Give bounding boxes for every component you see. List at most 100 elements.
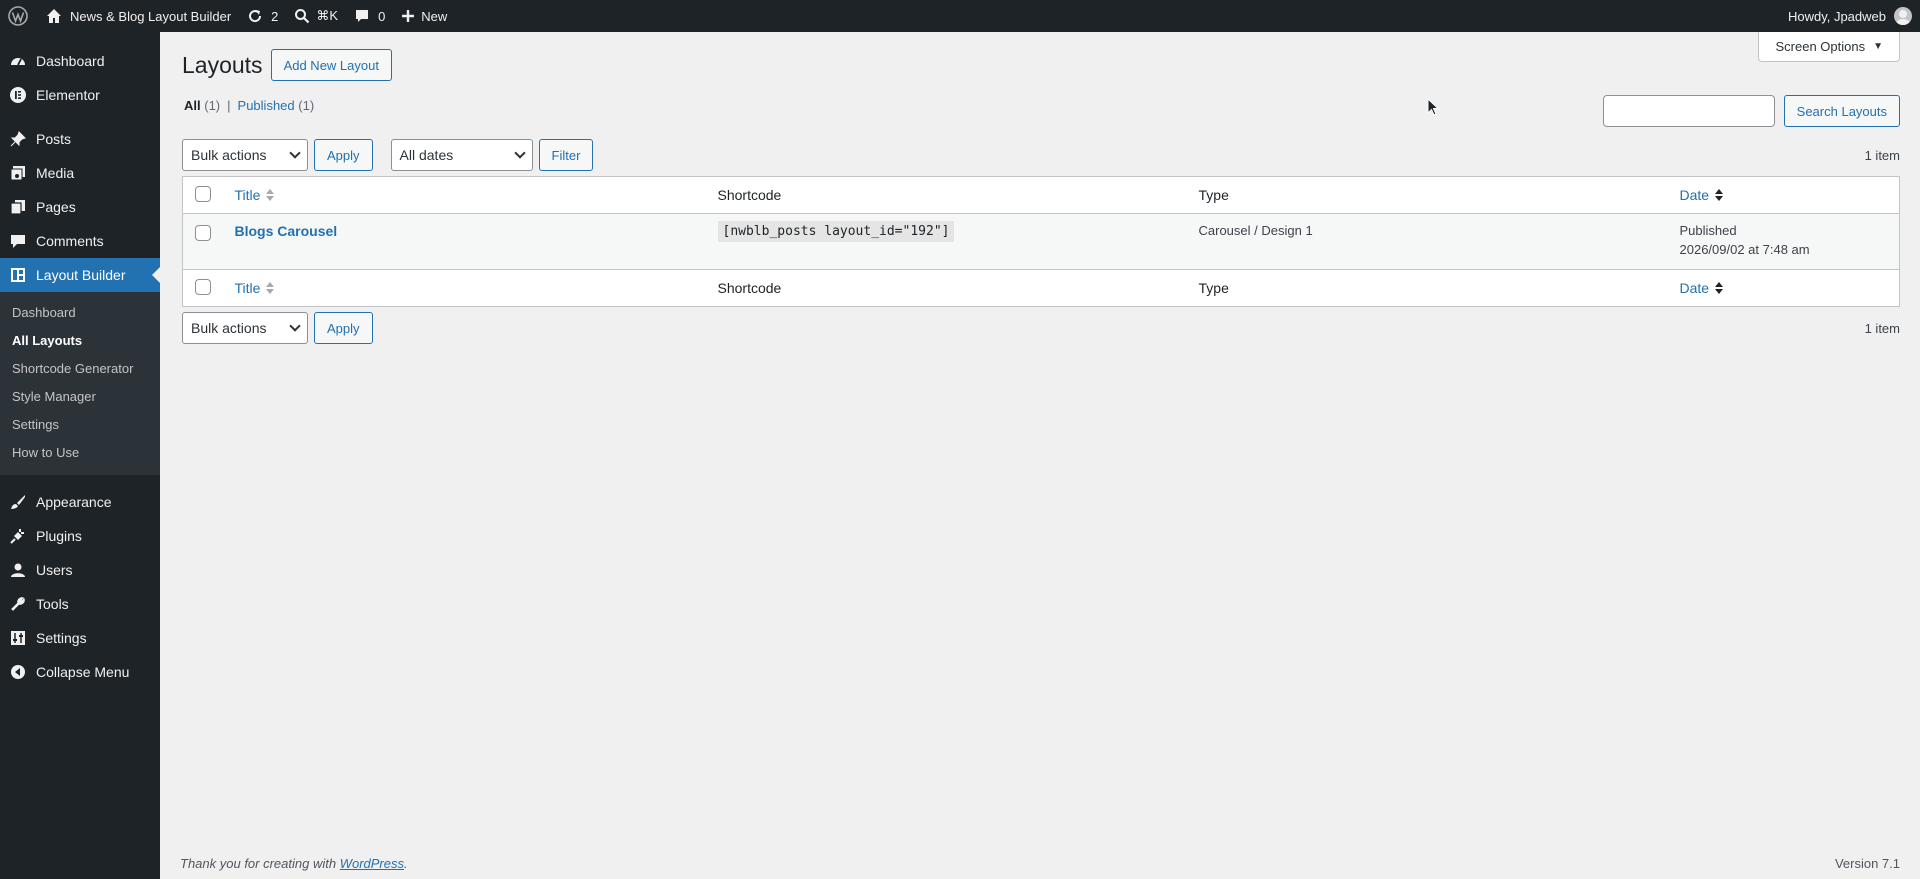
table-row: Blogs Carousel [nwblb_posts layout_id="1… — [182, 213, 1900, 270]
table-header-row: Title Shortcode Type Date — [182, 177, 1900, 214]
submenu-item-settings[interactable]: Settings — [0, 411, 160, 439]
column-date[interactable]: Date — [1670, 177, 1900, 214]
date-filter-select[interactable]: All dates — [390, 139, 533, 171]
views-separator: | — [227, 98, 231, 113]
admin-sidebar: Dashboard Elementor Posts Media Pages Co… — [0, 32, 160, 879]
column-title[interactable]: Title — [225, 177, 708, 214]
comments-link[interactable]: 0 — [346, 0, 393, 32]
sidebar-item-label: Appearance — [36, 494, 112, 510]
comment-icon — [10, 233, 26, 249]
bulk-actions-select[interactable]: Bulk actions — [182, 139, 308, 171]
wordpress-logo-icon[interactable] — [0, 0, 38, 32]
page-heading: Layouts Add New Layout — [182, 49, 392, 81]
column-title[interactable]: Title — [225, 270, 708, 307]
chevron-down-icon — [513, 147, 526, 159]
updates-count: 2 — [271, 8, 279, 24]
view-all[interactable]: All (1) — [184, 98, 220, 113]
sidebar-item-posts[interactable]: Posts — [0, 122, 160, 156]
user-icon — [10, 562, 26, 578]
sidebar-item-appearance[interactable]: Appearance — [0, 485, 160, 519]
layout-builder-submenu: Dashboard All Layouts Shortcode Generato… — [0, 292, 160, 475]
apply-button[interactable]: Apply — [314, 312, 373, 344]
sidebar-item-plugins[interactable]: Plugins — [0, 519, 160, 553]
row-date: 2026/09/02 at 7:48 am — [1679, 242, 1810, 257]
column-title-label: Title — [234, 187, 261, 203]
sidebar-item-comments[interactable]: Comments — [0, 224, 160, 258]
bulk-actions-value: Bulk actions — [191, 320, 267, 336]
sidebar-item-layout-builder[interactable]: Layout Builder — [0, 258, 160, 292]
submenu-item-shortcode-generator[interactable]: Shortcode Generator — [0, 355, 160, 383]
sort-indicator-icon — [266, 189, 275, 201]
sidebar-item-pages[interactable]: Pages — [0, 190, 160, 224]
select-all-checkbox[interactable] — [195, 278, 211, 295]
row-status: Published — [1679, 223, 1737, 238]
row-checkbox[interactable] — [195, 225, 211, 241]
view-published[interactable]: Published (1) — [238, 98, 315, 113]
admin-footer: Thank you for creating with WordPress. V… — [180, 856, 1900, 871]
table-footer-row: Title Shortcode Type Date — [182, 269, 1900, 307]
new-content-link[interactable]: New — [393, 0, 455, 32]
status-views: All (1) | Published (1) — [184, 98, 314, 113]
mouse-cursor-icon — [1427, 97, 1440, 119]
select-all-cell — [183, 177, 225, 214]
sidebar-item-label: Tools — [36, 596, 69, 612]
plus-icon — [401, 9, 415, 23]
bulk-actions-select[interactable]: Bulk actions — [182, 312, 308, 344]
avatar — [1894, 7, 1912, 25]
dashboard-icon — [10, 53, 26, 69]
column-shortcode: Shortcode — [717, 280, 782, 296]
submenu-item-all-layouts[interactable]: All Layouts — [0, 327, 160, 355]
main-content: Screen Options ▼ Layouts Add New Layout … — [160, 32, 1920, 879]
sliders-icon — [10, 630, 26, 646]
sidebar-item-users[interactable]: Users — [0, 553, 160, 587]
screen-options-label: Screen Options — [1775, 39, 1866, 54]
sort-indicator-icon — [266, 282, 275, 294]
sidebar-item-label: Settings — [36, 630, 87, 646]
sidebar-item-label: Pages — [36, 199, 76, 215]
my-account-link[interactable]: Howdy, Jpadweb — [1788, 0, 1920, 32]
search-box: Search Layouts — [1602, 95, 1900, 127]
column-date[interactable]: Date — [1670, 270, 1900, 307]
apply-button[interactable]: Apply — [314, 139, 373, 171]
row-shortcode-cell: [nwblb_posts layout_id="192"] — [708, 214, 1189, 270]
select-all-checkbox[interactable] — [195, 185, 211, 202]
sidebar-item-settings[interactable]: Settings — [0, 621, 160, 655]
column-date-label: Date — [1679, 280, 1710, 296]
search-layouts-button[interactable]: Search Layouts — [1783, 95, 1900, 127]
wordpress-link[interactable]: WordPress — [340, 856, 404, 871]
view-all-label: All — [184, 98, 201, 113]
search-icon — [294, 8, 310, 24]
submenu-item-how-to-use[interactable]: How to Use — [0, 439, 160, 467]
row-shortcode: [nwblb_posts layout_id="192"] — [717, 221, 955, 242]
search-input[interactable] — [1602, 95, 1775, 127]
row-title-cell: Blogs Carousel — [225, 214, 708, 270]
add-new-layout-button[interactable]: Add New Layout — [270, 49, 392, 81]
submenu-item-style-manager[interactable]: Style Manager — [0, 383, 160, 411]
sort-indicator-icon — [1715, 189, 1724, 201]
sidebar-item-tools[interactable]: Tools — [0, 587, 160, 621]
admin-bar: News & Blog Layout Builder 2 ⌘K 0 New Ho… — [0, 0, 1920, 32]
layouts-table: Title Shortcode Type Date Blogs Carousel… — [182, 176, 1900, 307]
collapse-menu-button[interactable]: Collapse Menu — [0, 655, 160, 689]
tablenav-top: Bulk actions Apply All dates Filter 1 it… — [182, 139, 1900, 171]
command-palette-link[interactable]: ⌘K — [286, 0, 346, 32]
comments-count: 0 — [378, 8, 386, 24]
site-name-link[interactable]: News & Blog Layout Builder — [38, 0, 239, 32]
sidebar-item-media[interactable]: Media — [0, 156, 160, 190]
item-count: 1 item — [1864, 147, 1900, 163]
pages-icon — [10, 199, 26, 215]
column-date-label: Date — [1679, 187, 1710, 203]
sidebar-item-dashboard[interactable]: Dashboard — [0, 44, 160, 78]
version-text: Version 7.1 — [1834, 856, 1900, 871]
sidebar-item-elementor[interactable]: Elementor — [0, 78, 160, 112]
filter-button[interactable]: Filter — [538, 139, 594, 171]
row-date-cell: Published 2026/09/02 at 7:48 am — [1670, 214, 1900, 270]
sidebar-item-label: Users — [36, 562, 73, 578]
submenu-item-dashboard[interactable]: Dashboard — [0, 299, 160, 327]
row-title-link[interactable]: Blogs Carousel — [235, 223, 338, 239]
screen-options-button[interactable]: Screen Options ▼ — [1758, 32, 1900, 62]
row-type: Carousel / Design 1 — [1198, 223, 1313, 238]
date-filter-value: All dates — [399, 147, 454, 163]
updates-link[interactable]: 2 — [239, 0, 286, 32]
search-shortcut: ⌘K — [316, 8, 339, 23]
